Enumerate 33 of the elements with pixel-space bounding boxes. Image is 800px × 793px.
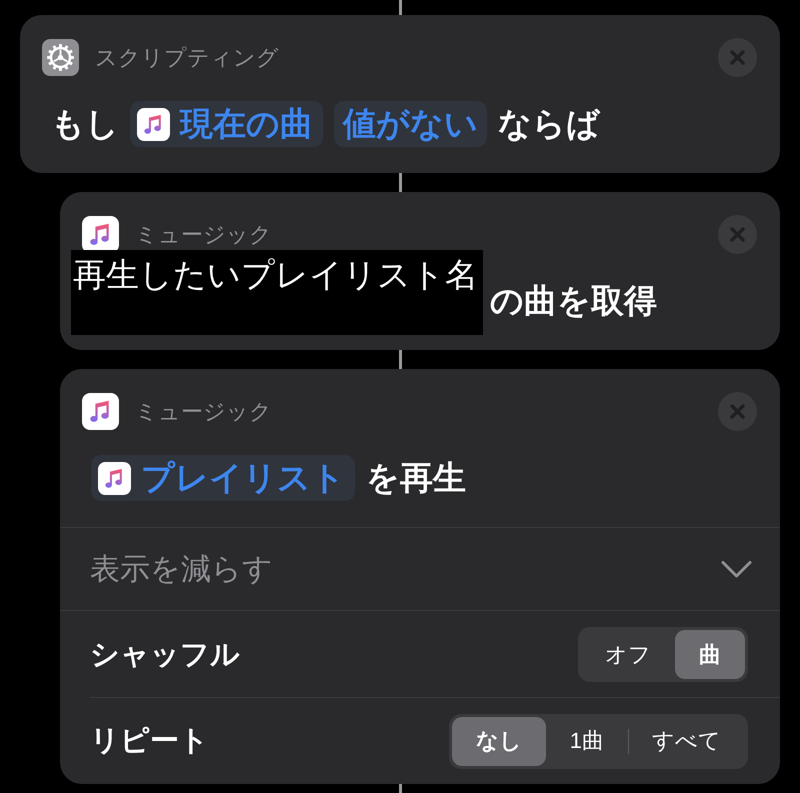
action-text: の曲を取得 xyxy=(490,281,657,321)
app-category-label: ミュージック xyxy=(135,398,272,426)
close-button[interactable] xyxy=(718,38,757,77)
music-note-icon xyxy=(82,216,119,253)
close-button[interactable] xyxy=(718,215,757,254)
close-icon xyxy=(730,50,745,65)
setting-label: シャッフル xyxy=(90,638,240,672)
close-button[interactable] xyxy=(718,392,757,431)
close-icon xyxy=(730,227,745,242)
action-text: ならば xyxy=(498,104,600,144)
segment-option[interactable]: なし xyxy=(452,716,546,766)
segment-option[interactable]: 曲 xyxy=(675,630,745,679)
show-less-toggle[interactable]: 表示を減らす xyxy=(60,527,780,611)
variable-token[interactable]: 現在の曲 xyxy=(130,101,323,147)
parameter-token[interactable]: 値がない xyxy=(334,101,487,147)
close-icon xyxy=(730,404,745,419)
setting-label: リピート xyxy=(90,724,209,759)
segment-option[interactable]: 1曲 xyxy=(546,716,628,766)
action-text: を再生 xyxy=(366,458,466,498)
gear-icon xyxy=(42,39,79,76)
variable-token[interactable]: プレイリスト xyxy=(91,455,355,501)
chevron-icon xyxy=(721,560,752,578)
segment-option[interactable]: すべて xyxy=(628,716,745,766)
connector-line xyxy=(398,173,402,192)
connector-line xyxy=(398,350,402,369)
music-note-icon xyxy=(82,393,119,430)
music-note-icon xyxy=(98,462,131,494)
app-category-label: ミュージック xyxy=(135,220,272,248)
segment-option[interactable]: オフ xyxy=(581,630,675,679)
app-category-label: スクリプティング xyxy=(95,44,279,72)
action-text: もし xyxy=(51,104,119,144)
music-note-icon xyxy=(137,108,170,140)
annotation-label: 再生したいプレイリスト名 xyxy=(71,250,483,335)
